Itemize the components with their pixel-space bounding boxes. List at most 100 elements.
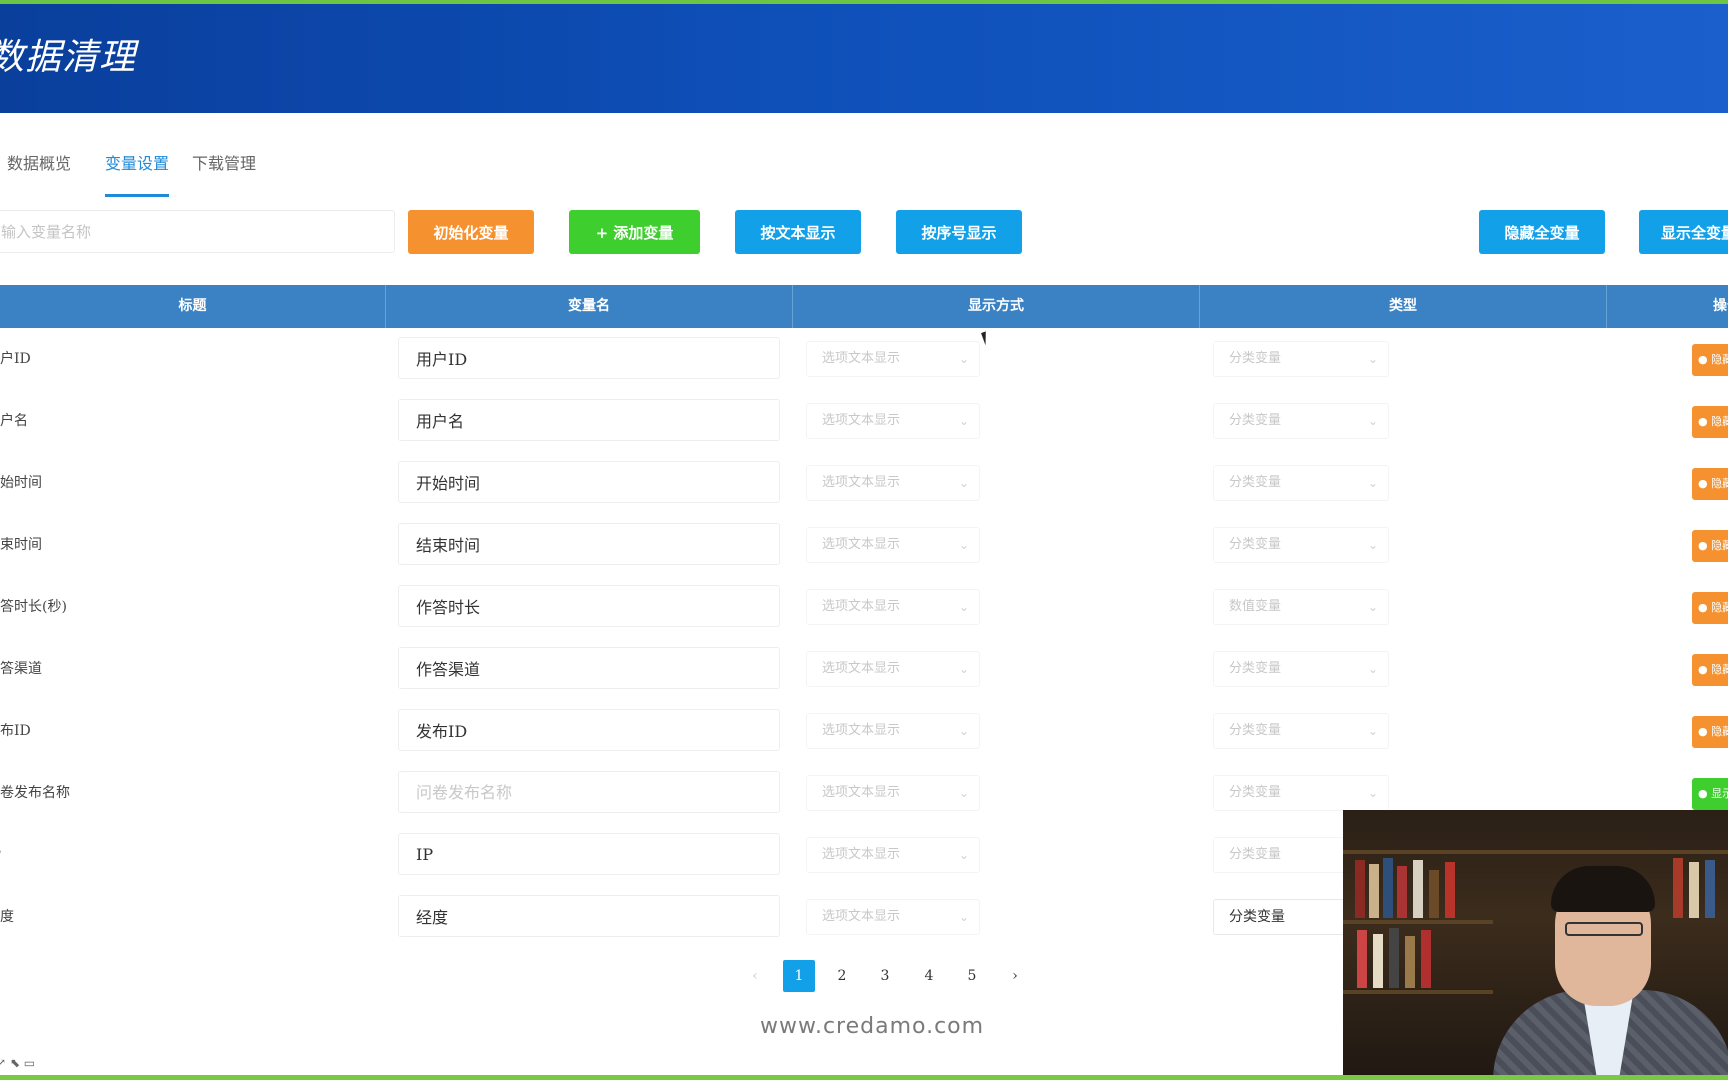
display-mode-select[interactable]: 选项文本显示 ⌄	[806, 403, 980, 439]
table-header: 标题 变量名 显示方式 类型 操作	[0, 285, 1728, 328]
taskbar-icons: ↗ ⬉ ▭	[0, 1056, 35, 1070]
chevron-down-icon: ⌄	[1367, 600, 1378, 614]
display-mode-select[interactable]: 选项文本显示 ⌄	[806, 651, 980, 687]
eye-icon: ●	[1698, 663, 1712, 676]
variable-name-input[interactable]	[398, 895, 780, 937]
table-row: 结束时间 选项文本显示 ⌄ 分类变量 ⌄ ● 隐藏	[0, 514, 1728, 576]
variable-name-input[interactable]	[398, 461, 780, 503]
column-header-actions: 操作	[1713, 298, 1728, 314]
display-mode-select[interactable]: 选项文本显示 ⌄	[806, 341, 980, 377]
chevron-down-icon: ⌄	[1367, 352, 1378, 366]
display-mode-select[interactable]: 选项文本显示 ⌄	[806, 775, 980, 811]
row-title: 问卷发布名称	[0, 785, 70, 801]
display-mode-value: 选项文本显示	[822, 599, 901, 614]
book	[1689, 862, 1699, 918]
row-toggle-visibility-button[interactable]: ● 隐藏	[1692, 654, 1728, 686]
tab-variable-settings[interactable]: 变量设置	[105, 150, 169, 174]
screen-icon: ▭	[23, 1056, 36, 1070]
row-toggle-visibility-button[interactable]: ● 显示	[1692, 778, 1728, 810]
row-toggle-visibility-button[interactable]: ● 隐藏	[1692, 344, 1728, 376]
display-mode-select[interactable]: 选项文本显示 ⌄	[806, 837, 980, 873]
table-row: 开始时间 选项文本显示 ⌄ 分类变量 ⌄ ● 隐藏	[0, 452, 1728, 514]
book	[1383, 858, 1393, 918]
row-toggle-visibility-button[interactable]: ● 隐藏	[1692, 716, 1728, 748]
variable-type-select[interactable]: 数值变量 ⌄	[1213, 589, 1389, 625]
init-variables-button[interactable]: 初始化变量	[408, 210, 534, 254]
sequence-display-button[interactable]: 按序号显示	[896, 210, 1022, 254]
text-display-button[interactable]: 按文本显示	[735, 210, 861, 254]
variable-name-input[interactable]	[398, 709, 780, 751]
variable-name-input[interactable]	[398, 771, 780, 813]
row-toggle-visibility-button[interactable]: ● 隐藏	[1692, 406, 1728, 438]
page-button-2[interactable]: 2	[826, 960, 858, 992]
book	[1355, 860, 1365, 918]
chevron-down-icon: ⌄	[958, 352, 969, 366]
variable-name-input[interactable]	[398, 833, 780, 875]
variable-type-select[interactable]: 分类变量 ⌄	[1213, 403, 1389, 439]
active-tab-indicator	[105, 194, 169, 197]
row-title: 经度	[0, 909, 14, 925]
display-mode-select[interactable]: 选项文本显示 ⌄	[806, 713, 980, 749]
display-mode-select[interactable]: 选项文本显示 ⌄	[806, 899, 980, 935]
row-toggle-visibility-button[interactable]: ● 隐藏	[1692, 530, 1728, 562]
page-button-3[interactable]: 3	[869, 960, 901, 992]
hide-all-variables-button[interactable]: 隐藏全变量	[1479, 210, 1605, 254]
variable-type-select[interactable]: 分类变量 ⌄	[1213, 465, 1389, 501]
tab-data-overview[interactable]: 数据概览	[7, 150, 71, 174]
variable-name-input[interactable]	[398, 523, 780, 565]
variable-name-input[interactable]	[398, 647, 780, 689]
next-page-button[interactable]: ›	[999, 960, 1031, 992]
shelf	[1343, 990, 1493, 994]
table-row: 用户名 选项文本显示 ⌄ 分类变量 ⌄ ● 隐藏	[0, 390, 1728, 452]
webcam-overlay	[1343, 810, 1728, 1080]
arrow-icon: ↗	[0, 1056, 7, 1070]
column-header-variable-name: 变量名	[386, 285, 793, 328]
variable-name-input[interactable]	[398, 337, 780, 379]
chevron-down-icon: ⌄	[958, 414, 969, 428]
eye-icon: ●	[1698, 477, 1712, 490]
variable-type-value: 分类变量	[1229, 661, 1282, 676]
display-mode-select[interactable]: 选项文本显示 ⌄	[806, 465, 980, 501]
variable-type-select[interactable]: 分类变量 ⌄	[1213, 775, 1389, 811]
shelf	[1343, 850, 1728, 854]
variable-name-input[interactable]	[398, 585, 780, 627]
chevron-down-icon: ⌄	[958, 476, 969, 490]
row-title: 作答渠道	[0, 661, 42, 677]
display-mode-select[interactable]: 选项文本显示 ⌄	[806, 527, 980, 563]
page-button-5[interactable]: 5	[956, 960, 988, 992]
person-hair	[1551, 866, 1655, 912]
variable-name-input[interactable]	[398, 399, 780, 441]
tab-download-management[interactable]: 下载管理	[192, 150, 256, 174]
row-title: 用户ID	[0, 351, 31, 367]
shelf	[1343, 920, 1493, 924]
show-all-variables-button[interactable]: 显示全变量	[1639, 210, 1728, 254]
row-toggle-visibility-button[interactable]: ● 隐藏	[1692, 592, 1728, 624]
row-title: 作答时长(秒)	[0, 599, 67, 615]
variable-type-select[interactable]: 分类变量 ⌄	[1213, 341, 1389, 377]
variable-search-input[interactable]	[0, 210, 395, 253]
variable-type-select[interactable]: 分类变量 ⌄	[1213, 713, 1389, 749]
page-header: 数据清理	[0, 4, 1728, 113]
variable-type-select[interactable]: 分类变量 ⌄	[1213, 527, 1389, 563]
display-mode-value: 选项文本显示	[822, 785, 901, 800]
add-variable-button[interactable]: + 添加变量	[569, 210, 700, 254]
variable-type-value: 数值变量	[1229, 599, 1282, 614]
prev-page-button[interactable]: ‹	[739, 960, 771, 992]
variable-type-value: 分类变量	[1229, 475, 1282, 490]
page-button-1[interactable]: 1	[783, 960, 815, 992]
book	[1405, 936, 1415, 988]
row-action-label: 隐藏	[1711, 663, 1728, 676]
display-mode-value: 选项文本显示	[822, 475, 901, 490]
display-mode-value: 选项文本显示	[822, 537, 901, 552]
eye-icon: ●	[1698, 601, 1712, 614]
book	[1373, 934, 1383, 988]
page-button-4[interactable]: 4	[913, 960, 945, 992]
row-toggle-visibility-button[interactable]: ● 隐藏	[1692, 468, 1728, 500]
chevron-down-icon: ⌄	[1367, 662, 1378, 676]
glasses-icon	[1565, 922, 1643, 936]
variable-type-select[interactable]: 分类变量 ⌄	[1213, 651, 1389, 687]
row-action-label: 隐藏	[1711, 601, 1728, 614]
column-header-type: 类型	[1200, 285, 1607, 328]
chevron-down-icon: ⌄	[958, 786, 969, 800]
display-mode-select[interactable]: 选项文本显示 ⌄	[806, 589, 980, 625]
